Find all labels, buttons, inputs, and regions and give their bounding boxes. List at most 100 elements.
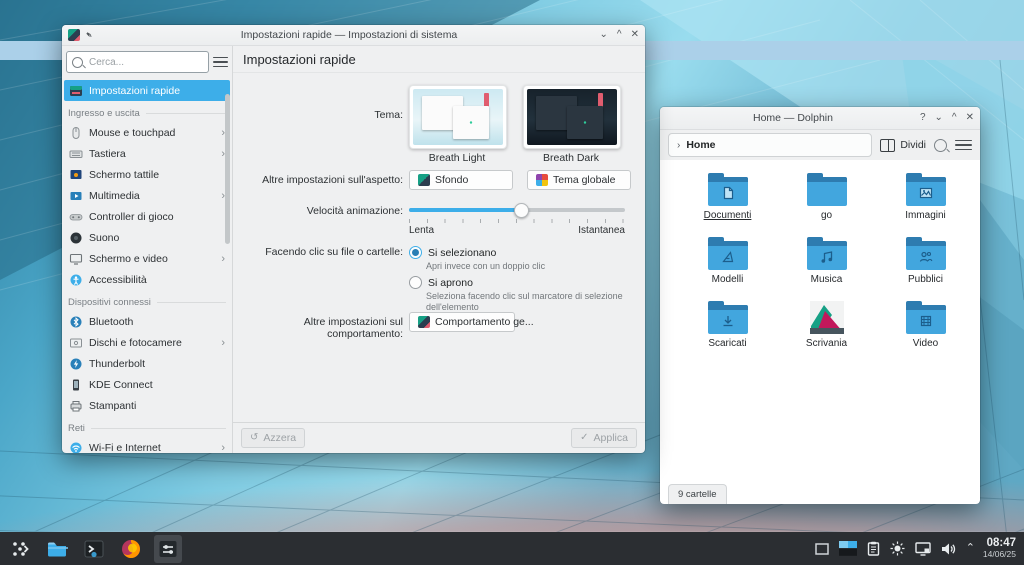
chevron-right-icon: › — [677, 139, 681, 151]
split-view-button[interactable]: Dividi — [880, 138, 926, 152]
folder-label: Pubblici — [907, 274, 944, 285]
dolphin-file-view[interactable]: Documenti go Immagini Modelli Musica Pub… — [660, 160, 980, 504]
sidebar-item-bluetooth[interactable]: Bluetooth — [64, 311, 230, 332]
folder-item[interactable]: Scaricati — [678, 298, 777, 349]
animation-speed-slider[interactable] — [409, 203, 625, 218]
status-bar: 9 cartelle — [668, 484, 727, 504]
search-button[interactable] — [934, 138, 947, 152]
check-icon: ✓ — [580, 432, 589, 443]
dolphin-task-button[interactable] — [43, 535, 71, 563]
sidebar-item-keyboard[interactable]: Tastiera › — [64, 143, 230, 164]
settings-footer: ↺ Azzera ✓ Applica — [233, 422, 645, 453]
sidebar-item-mouse[interactable]: Mouse e touchpad › — [64, 122, 230, 143]
close-icon[interactable]: ✕ — [966, 113, 974, 123]
folder-item[interactable]: Pubblici — [876, 234, 975, 285]
radio-checked-icon[interactable] — [409, 246, 422, 259]
theme-option-breath-light[interactable]: Breath Light — [409, 85, 507, 164]
sidebar-item-thunderbolt[interactable]: Thunderbolt — [64, 353, 230, 374]
maximize-icon[interactable]: ^ — [952, 113, 957, 123]
minimize-icon[interactable]: ⌄ — [935, 113, 943, 123]
display-icon — [69, 252, 83, 266]
sidebar-item-accessibility[interactable]: Accessibilità — [64, 269, 230, 290]
settings-titlebar[interactable]: ✒ Impostazioni rapide — Impostazioni di … — [62, 25, 645, 46]
sidebar-section: Ingresso e uscita — [64, 105, 230, 122]
dolphin-titlebar[interactable]: Home — Dolphin ? ⌄ ^ ✕ — [660, 107, 980, 130]
expand-tray-icon[interactable]: ⌃ — [966, 543, 975, 554]
clipboard-icon[interactable] — [867, 541, 880, 556]
konsole-icon — [84, 540, 104, 557]
sidebar-item-sound[interactable]: Suono — [64, 227, 230, 248]
sidebar-item-printers[interactable]: Stampanti — [64, 395, 230, 416]
system-settings-task-button[interactable] — [154, 534, 182, 563]
close-icon[interactable]: ✕ — [631, 30, 639, 40]
slider-handle[interactable] — [514, 203, 530, 218]
window-icon[interactable] — [814, 542, 829, 555]
app-launcher-button[interactable] — [6, 535, 34, 563]
minimize-icon[interactable]: ⌄ — [600, 30, 608, 40]
radio-unchecked-icon[interactable] — [409, 276, 422, 289]
screen-connect-icon[interactable] — [914, 541, 931, 556]
dolphin-window[interactable]: Home — Dolphin ? ⌄ ^ ✕ › Home Dividi Doc… — [660, 107, 980, 504]
folder-item[interactable]: Musica — [777, 234, 876, 285]
breadcrumb[interactable]: › Home — [668, 133, 873, 157]
folder-downloads-icon — [707, 301, 748, 334]
volume-icon[interactable] — [941, 542, 956, 556]
folder-item[interactable]: Documenti — [678, 170, 777, 221]
folder-item[interactable]: Modelli — [678, 234, 777, 285]
folder-item[interactable]: go — [777, 170, 876, 221]
sidebar-item-disks[interactable]: Dischi e fotocamere › — [64, 332, 230, 353]
breadcrumb-home[interactable]: Home — [686, 139, 715, 151]
pager-icon[interactable] — [838, 541, 857, 556]
split-view-label: Dividi — [900, 139, 926, 151]
firefox-task-button[interactable] — [117, 535, 145, 563]
disks-icon — [69, 336, 83, 350]
folder-item[interactable]: Immagini — [876, 170, 975, 221]
folder-label: Modelli — [711, 274, 744, 285]
theme-option-breath-dark[interactable]: Breath Dark — [523, 85, 621, 164]
folder-item[interactable]: Video — [876, 298, 975, 349]
sidebar-item-multimedia[interactable]: Multimedia › — [64, 185, 230, 206]
folder-item[interactable]: Scrivania — [777, 298, 876, 349]
search-icon — [934, 138, 947, 152]
sidebar-item-touchscreen[interactable]: Schermo tattile — [64, 164, 230, 185]
apply-button[interactable]: ✓ Applica — [571, 428, 637, 448]
keyboard-icon — [69, 147, 83, 161]
search-icon — [72, 56, 83, 68]
sidebar-search[interactable] — [66, 51, 209, 73]
sidebar-section: Reti — [64, 420, 230, 437]
printer-icon — [69, 399, 83, 413]
sidebar-menu-button[interactable] — [213, 55, 228, 70]
help-icon[interactable]: ? — [920, 113, 926, 123]
undo-icon: ↺ — [250, 432, 259, 443]
clock-date: 14/06/25 — [982, 549, 1016, 560]
gamepad-icon — [69, 210, 83, 224]
reset-button[interactable]: ↺ Azzera — [241, 428, 306, 448]
sidebar-item-game-controller[interactable]: Controller di gioco — [64, 206, 230, 227]
system-settings-app-icon — [68, 29, 80, 41]
sidebar-item-wifi[interactable]: Wi-Fi e Internet › — [64, 437, 230, 453]
general-behavior-button[interactable]: Comportamento ge... — [409, 312, 534, 332]
theme-label: Tema: — [374, 109, 403, 121]
folder-label: go — [820, 210, 833, 221]
behavior-label: Altre impostazioni sul comportamento: — [303, 316, 403, 340]
maximize-icon[interactable]: ^ — [617, 30, 622, 40]
konsole-task-button[interactable] — [80, 535, 108, 563]
folder-label: Video — [912, 338, 939, 349]
global-theme-button[interactable]: Tema globale — [527, 170, 631, 190]
desktop: sd... Home — Dolphin ? ⌄ ^ ✕ › Home Divi… — [0, 0, 1024, 565]
sidebar-scrollbar[interactable] — [225, 94, 230, 244]
page-title: Impostazioni rapide — [233, 46, 645, 73]
wallpaper-button[interactable]: Sfondo — [409, 170, 513, 190]
hamburger-menu-button[interactable] — [955, 138, 972, 153]
sidebar-item-quick-settings[interactable]: Impostazioni rapide — [64, 80, 230, 101]
brightness-icon[interactable] — [890, 541, 905, 556]
radio-open-description: Seleziona facendo clic sul marcatore di … — [426, 291, 623, 312]
search-input[interactable] — [87, 55, 203, 69]
taskbar-clock[interactable]: 08:47 14/06/25 — [983, 537, 1016, 560]
radio-open-files[interactable]: Si aprono — [409, 275, 645, 290]
system-settings-window[interactable]: ✒ Impostazioni rapide — Impostazioni di … — [62, 25, 645, 453]
sidebar-item-display[interactable]: Schermo e video › — [64, 248, 230, 269]
radio-select-files[interactable]: Si selezionano — [409, 245, 645, 260]
sidebar-item-kde-connect[interactable]: KDE Connect — [64, 374, 230, 395]
pin-icon[interactable]: ✒ — [82, 28, 95, 41]
